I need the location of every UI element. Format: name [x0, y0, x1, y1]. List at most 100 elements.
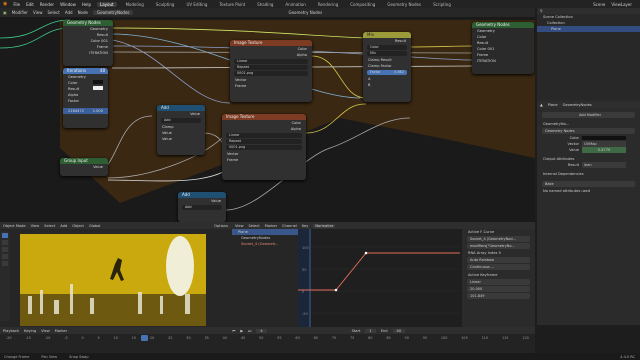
- menu-add[interactable]: Add: [60, 224, 67, 228]
- tab-scripting[interactable]: Scripting: [430, 2, 454, 7]
- operation-dropdown[interactable]: Add: [161, 118, 201, 123]
- data-type-dropdown[interactable]: Color: [367, 45, 407, 50]
- node-group-field[interactable]: Geometry Nodes: [542, 128, 635, 134]
- menu-object[interactable]: Object: [72, 224, 84, 228]
- active-fcurve-panel[interactable]: Active F-Curve: [462, 229, 535, 235]
- interpolation-dropdown[interactable]: Linear: [467, 279, 530, 285]
- scene-selector[interactable]: Scene: [593, 2, 605, 7]
- fcurve-graph[interactable]: 100 50 0 -50: [298, 229, 460, 327]
- tab-layout[interactable]: Layout: [96, 1, 117, 7]
- transform-orientation[interactable]: Global: [89, 224, 100, 228]
- scale-tool-icon[interactable]: [2, 261, 8, 266]
- playhead[interactable]: [141, 335, 148, 341]
- fcurve-name-field[interactable]: Socket_4 (GeometryNod...: [467, 236, 530, 242]
- keyframe-end[interactable]: [364, 251, 368, 255]
- socket-iteration[interactable]: ITERATION: [63, 50, 113, 56]
- filter-icon[interactable]: ⚲: [540, 9, 543, 13]
- end-field[interactable]: 40: [392, 328, 406, 333]
- interpolation-dropdown[interactable]: Linear: [226, 133, 302, 138]
- output-alpha[interactable]: Alpha: [230, 52, 312, 58]
- iterations-footer[interactable]: 2184472 1.000: [63, 108, 108, 114]
- tab-rendering[interactable]: Rendering: [315, 2, 341, 7]
- tab-modeling[interactable]: Modeling: [123, 2, 147, 7]
- menu-help[interactable]: Help: [82, 2, 91, 7]
- mode-selector[interactable]: Object Mode: [3, 224, 26, 228]
- menu-marker[interactable]: Marker: [265, 224, 277, 228]
- image-texture-node-1[interactable]: Image Texture Color Alpha Linear Repeat …: [230, 40, 312, 102]
- value-field[interactable]: 0.4779: [582, 147, 626, 153]
- move-tool-icon[interactable]: [2, 247, 8, 252]
- tab-animation[interactable]: Animation: [282, 2, 308, 7]
- group-input-node[interactable]: Geometry Nodes Geometry Result Color 001…: [63, 20, 113, 66]
- select-tool-icon[interactable]: [2, 233, 8, 238]
- play-icon[interactable]: ▶: [240, 329, 243, 333]
- fcurve-sidebar[interactable]: Active F-Curve Socket_4 (GeometryNod... …: [462, 229, 535, 327]
- node-editor[interactable]: ▣ Modifier View Select Add Node Geometry…: [0, 8, 535, 222]
- input-b[interactable]: B: [363, 82, 411, 88]
- key-value-field[interactable]: 101.849: [467, 293, 530, 299]
- outliner[interactable]: ⚲ Scene Collection Collection Plane: [537, 8, 640, 100]
- blender-logo-icon[interactable]: ◉: [3, 1, 7, 7]
- output-result[interactable]: Result: [363, 38, 411, 44]
- menu-select[interactable]: Select: [44, 224, 55, 228]
- cursor-tool-icon[interactable]: [2, 240, 8, 245]
- input-value-2[interactable]: Value: [157, 136, 205, 142]
- start-field[interactable]: 1: [365, 328, 376, 333]
- fcurve-path-field[interactable]: modifiers["GeometryNo...: [467, 243, 530, 249]
- display-color-dropdown[interactable]: Auto Rainbow: [467, 257, 530, 263]
- rotate-tool-icon[interactable]: [2, 254, 8, 259]
- menu-view[interactable]: View: [31, 224, 40, 228]
- normalize-toggle[interactable]: Normalize: [313, 223, 336, 228]
- channel-list[interactable]: Plane GeometryNodes Socket_4 (Geometr...: [232, 229, 298, 327]
- image-texture-node-2[interactable]: Image Texture Color Alpha Linear Repeat …: [222, 114, 306, 180]
- modifier-name-field[interactable]: GeometryNo...: [537, 121, 640, 127]
- result-field[interactable]: lean: [582, 162, 626, 168]
- menu-view[interactable]: View: [41, 329, 50, 333]
- jump-start-icon[interactable]: ⏮: [232, 329, 235, 333]
- menu-keying[interactable]: Keying: [24, 329, 36, 333]
- group-input-node-2[interactable]: Group Input Value: [60, 158, 108, 176]
- input-frame[interactable]: Frame: [222, 157, 306, 163]
- tab-sculpting[interactable]: Sculpting: [153, 2, 178, 7]
- menu-playback[interactable]: Playback: [3, 329, 19, 333]
- menu-channel[interactable]: Channel: [282, 224, 297, 228]
- menu-key[interactable]: Key: [302, 224, 309, 228]
- image-selector[interactable]: 0001.png: [226, 145, 302, 150]
- interpolation-dropdown[interactable]: Linear: [234, 59, 308, 64]
- viewport-editor[interactable]: Object Mode View Select Add Object Globa…: [0, 222, 232, 327]
- tab-shading[interactable]: Shading: [254, 2, 276, 7]
- graph-editor[interactable]: View Select Marker Channel Key Normalize…: [232, 222, 535, 327]
- current-frame-field[interactable]: 4: [256, 328, 267, 333]
- image-selector[interactable]: 0001.png: [234, 71, 308, 76]
- menu-render[interactable]: Render: [40, 2, 54, 7]
- keyframe-start[interactable]: [334, 288, 338, 292]
- tab-texture-paint[interactable]: Texture Paint: [216, 2, 248, 7]
- options-button[interactable]: Options: [214, 224, 228, 228]
- outliner-item-plane[interactable]: Plane: [537, 26, 640, 32]
- extension-dropdown[interactable]: Repeat: [226, 139, 302, 144]
- channel-socket-4[interactable]: Socket_4 (Geometr...: [232, 241, 298, 247]
- tab-compositing[interactable]: Compositing: [347, 2, 378, 7]
- properties-editor[interactable]: ▲ Plane GeometryNodes Add Modifier Geome…: [537, 100, 640, 325]
- menu-window[interactable]: Window: [60, 2, 76, 7]
- bake-panel[interactable]: Bake: [542, 181, 635, 187]
- fcurve-line[interactable]: [298, 252, 460, 291]
- blend-mode-dropdown[interactable]: Mix: [367, 51, 407, 56]
- add-node-1[interactable]: Add Value Add Clamp Value Value: [157, 105, 205, 155]
- input-frame[interactable]: Frame: [230, 83, 312, 89]
- active-keyframe-panel[interactable]: Active Keyframe: [462, 272, 535, 278]
- timeline[interactable]: Playback Keying View Marker ⏮ ▶ ⏭ 4 Star…: [0, 327, 535, 353]
- mix-node[interactable]: Mix Result Color Mix Clamp Result Clamp …: [363, 32, 411, 102]
- internal-dependencies-panel[interactable]: Internal Dependencies: [537, 171, 640, 177]
- output-value[interactable]: Value: [157, 111, 205, 117]
- menu-edit[interactable]: Edit: [26, 2, 34, 7]
- tab-uv-editing[interactable]: UV Editing: [183, 2, 210, 7]
- factor-slider[interactable]: Factor 0.862: [367, 70, 407, 75]
- add-modifier-button[interactable]: Add Modifier: [542, 112, 635, 118]
- extension-dropdown[interactable]: Repeat: [234, 65, 308, 70]
- jump-end-icon[interactable]: ⏭: [248, 329, 251, 333]
- iterations-node[interactable]: Iterations 48 Geometry Color Result Alpha…: [63, 68, 108, 128]
- add-node-2[interactable]: Add Value Add: [178, 192, 226, 222]
- output-value[interactable]: Value: [178, 198, 226, 204]
- key-frame-field[interactable]: 20.000: [467, 286, 530, 292]
